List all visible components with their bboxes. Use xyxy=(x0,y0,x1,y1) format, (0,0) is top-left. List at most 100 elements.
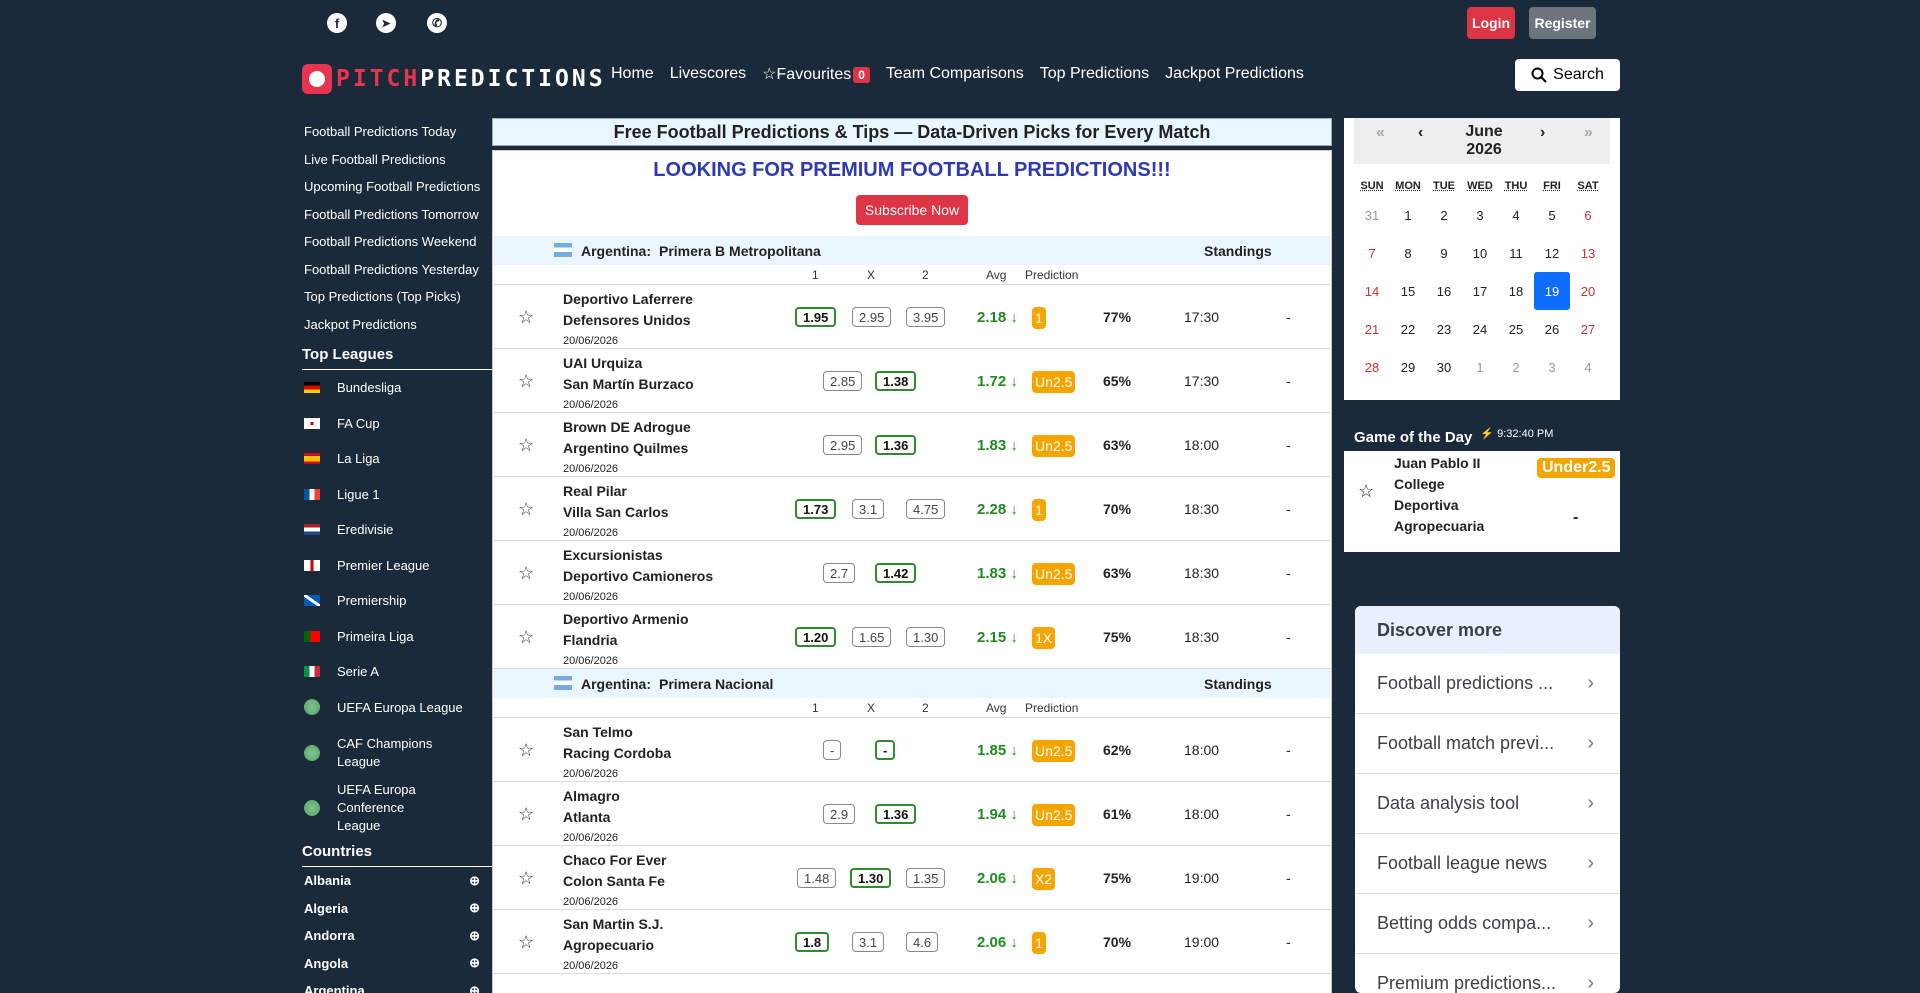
expand-icon[interactable]: ⊕ xyxy=(469,900,480,916)
league-caf-champions[interactable]: CAF Champions League xyxy=(302,725,492,780)
standings-link[interactable]: Standings xyxy=(1204,676,1272,692)
login-button[interactable]: Login xyxy=(1467,7,1515,39)
sidebar-link-top-predictions[interactable]: Top Predictions (Top Picks) xyxy=(302,283,492,311)
calendar-day[interactable]: 3 xyxy=(1534,348,1570,386)
star-icon[interactable]: ☆ xyxy=(518,804,534,825)
game-of-day-card[interactable]: ☆ Juan Pablo II College Deportiva Agropec… xyxy=(1344,451,1620,552)
odds-home[interactable]: 1.48 xyxy=(797,868,837,888)
star-icon[interactable]: ☆ xyxy=(518,932,534,953)
star-icon[interactable]: ☆ xyxy=(518,499,534,520)
odds-home[interactable]: 1.95 xyxy=(795,307,837,327)
odds-away[interactable]: 1.30 xyxy=(906,627,946,647)
expand-icon[interactable]: ⊕ xyxy=(469,983,480,993)
discover-item[interactable]: Football match previ... › xyxy=(1355,714,1620,774)
country-angola[interactable]: Angola ⊕ xyxy=(302,950,492,978)
match-row[interactable]: ☆ Excursionistas Deportivo Camioneros 20/06… xyxy=(493,541,1331,605)
odds-away[interactable]: 4.75 xyxy=(906,499,946,519)
odds-away[interactable]: 1.36 xyxy=(875,435,917,455)
match-row[interactable]: ☆ UAI Urquiza San Martín Burzaco 20/06/2026… xyxy=(493,349,1331,413)
calendar-day[interactable]: 16 xyxy=(1426,272,1462,310)
odds-away[interactable]: 4.6 xyxy=(906,932,939,952)
sidebar-link-today[interactable]: Football Predictions Today xyxy=(302,118,492,146)
country-albania[interactable]: Albania ⊕ xyxy=(302,867,492,895)
league-premier-league[interactable]: Premier League xyxy=(302,548,492,584)
calendar-day[interactable]: 14 xyxy=(1354,272,1390,310)
nav-home[interactable]: Home xyxy=(611,65,654,83)
odds-home[interactable]: 2.95 xyxy=(823,435,863,455)
calendar-day[interactable]: 3 xyxy=(1462,196,1498,234)
odds-draw[interactable]: 1.65 xyxy=(852,627,892,647)
calendar-day[interactable]: 1 xyxy=(1462,348,1498,386)
whatsapp-icon[interactable]: ✆ xyxy=(427,13,447,33)
discover-item[interactable]: Football predictions ... › xyxy=(1355,654,1620,714)
calendar-day[interactable]: 15 xyxy=(1390,272,1426,310)
odds-away[interactable]: 1.36 xyxy=(875,804,917,824)
calendar-day[interactable]: 22 xyxy=(1390,310,1426,348)
odds-away[interactable]: 1.38 xyxy=(875,371,917,391)
calendar-day[interactable]: 7 xyxy=(1354,234,1390,272)
site-logo[interactable]: PITCHPREDICTIONS xyxy=(302,64,606,94)
match-row[interactable]: ☆ Deportivo Armenio Flandria 20/06/2026 1.20… xyxy=(493,605,1331,669)
odds-away[interactable]: 1.35 xyxy=(906,868,946,888)
league-serie-a[interactable]: Serie A xyxy=(302,654,492,690)
facebook-icon[interactable]: f xyxy=(327,13,347,33)
odds-home[interactable]: 1.20 xyxy=(795,627,837,647)
league-uefa-europa[interactable]: UEFA Europa League xyxy=(302,690,492,726)
calendar-day[interactable]: 29 xyxy=(1390,348,1426,386)
telegram-icon[interactable]: ➤ xyxy=(376,13,396,33)
star-icon[interactable]: ☆ xyxy=(518,868,534,889)
expand-icon[interactable]: ⊕ xyxy=(469,955,480,971)
star-icon[interactable]: ☆ xyxy=(518,627,534,648)
star-icon[interactable]: ☆ xyxy=(518,563,534,584)
league-bundesliga[interactable]: Bundesliga xyxy=(302,370,492,406)
match-row[interactable]: ☆ San Martin S.J. Agropecuario 20/06/2026 1.… xyxy=(493,910,1331,974)
calendar-day[interactable]: 28 xyxy=(1354,348,1390,386)
match-row[interactable]: ☆ Real Pilar Villa San Carlos 20/06/2026 1.7… xyxy=(493,477,1331,541)
search-button[interactable]: Search xyxy=(1515,59,1620,91)
nav-livescores[interactable]: Livescores xyxy=(670,65,746,83)
subscribe-button[interactable]: Subscribe Now xyxy=(856,195,968,225)
calendar-day[interactable]: 27 xyxy=(1570,310,1606,348)
star-icon[interactable]: ☆ xyxy=(518,435,534,456)
country-argentina[interactable]: Argentina ⊕ xyxy=(302,977,492,993)
calendar-day[interactable]: 10 xyxy=(1462,234,1498,272)
sidebar-link-weekend[interactable]: Football Predictions Weekend xyxy=(302,228,492,256)
league-ligue-1[interactable]: Ligue 1 xyxy=(302,477,492,513)
odds-draw[interactable]: 1.30 xyxy=(850,868,892,888)
calendar-prev-button[interactable]: ‹ xyxy=(1418,124,1423,142)
calendar-day[interactable]: 2 xyxy=(1426,196,1462,234)
calendar-day[interactable]: 9 xyxy=(1426,234,1462,272)
league-primeira-liga[interactable]: Primeira Liga xyxy=(302,619,492,655)
sidebar-link-upcoming[interactable]: Upcoming Football Predictions xyxy=(302,173,492,201)
sidebar-link-tomorrow[interactable]: Football Predictions Tomorrow xyxy=(302,201,492,229)
calendar-day[interactable]: 2 xyxy=(1498,348,1534,386)
odds-away[interactable]: 1.42 xyxy=(875,563,917,583)
odds-away[interactable]: - xyxy=(875,740,896,760)
nav-jackpot-predictions[interactable]: Jackpot Predictions xyxy=(1165,65,1304,83)
match-row[interactable]: ☆ Almagro Atlanta 20/06/2026 2.9 1.36 1.94 ↓ Un… xyxy=(493,782,1331,846)
calendar-day[interactable]: 6 xyxy=(1570,196,1606,234)
match-row[interactable]: ☆ Chaco For Ever Colon Santa Fe 20/06/2026 1… xyxy=(493,846,1331,910)
calendar-day[interactable]: 20 xyxy=(1570,272,1606,310)
league-header[interactable]: Argentina: Primera B Metropolitana Standin… xyxy=(493,236,1331,265)
calendar-day[interactable]: 26 xyxy=(1534,310,1570,348)
country-andorra[interactable]: Andorra ⊕ xyxy=(302,922,492,950)
calendar-day[interactable]: 11 xyxy=(1498,234,1534,272)
calendar-day[interactable]: 30 xyxy=(1426,348,1462,386)
calendar-first-button[interactable]: « xyxy=(1376,124,1385,142)
league-uefa-conference[interactable]: UEFA Europa Conference League xyxy=(302,780,492,835)
star-icon[interactable]: ☆ xyxy=(518,371,534,392)
discover-item[interactable]: Data analysis tool › xyxy=(1355,774,1620,834)
country-algeria[interactable]: Algeria ⊕ xyxy=(302,895,492,923)
league-eredivisie[interactable]: Eredivisie xyxy=(302,512,492,548)
odds-home[interactable]: 1.8 xyxy=(795,932,830,952)
calendar-day[interactable]: 4 xyxy=(1570,348,1606,386)
calendar-day[interactable]: 4 xyxy=(1498,196,1534,234)
league-header[interactable]: Argentina: Primera Nacional Standings xyxy=(493,669,1331,698)
league-fa-cup[interactable]: FA Cup xyxy=(302,406,492,442)
odds-away[interactable]: 3.95 xyxy=(906,307,946,327)
odds-home[interactable]: 1.73 xyxy=(795,499,837,519)
calendar-day[interactable]: 19 xyxy=(1534,272,1570,310)
calendar-day[interactable]: 18 xyxy=(1498,272,1534,310)
standings-link[interactable]: Standings xyxy=(1204,243,1272,259)
